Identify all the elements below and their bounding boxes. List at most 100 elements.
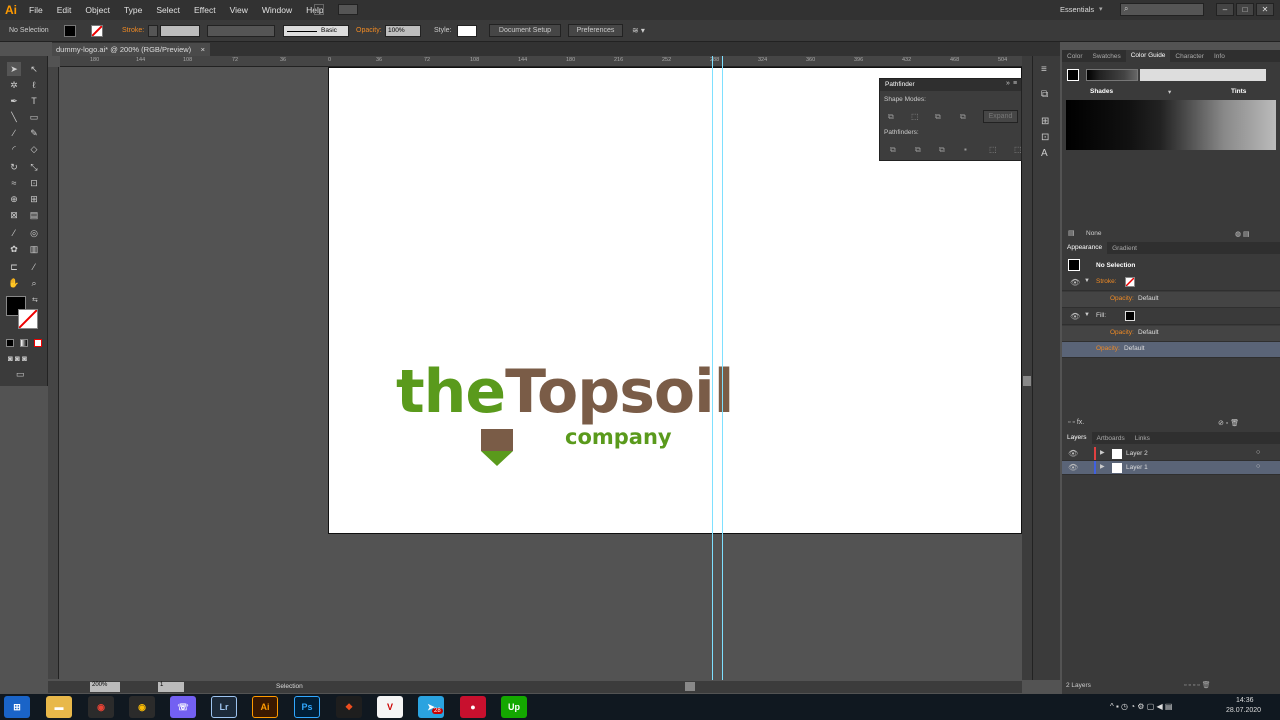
- zoom-field[interactable]: 200%: [90, 682, 120, 692]
- blob-brush-tool-icon[interactable]: ◜: [7, 142, 21, 156]
- stroke-label[interactable]: Stroke:: [122, 27, 144, 34]
- variable-width-profile[interactable]: [207, 25, 275, 37]
- close-tab-icon[interactable]: ×: [201, 43, 205, 56]
- harmony-rules-dropdown[interactable]: [1140, 69, 1266, 81]
- fill-swatch[interactable]: [1125, 311, 1135, 321]
- unite-icon[interactable]: ⧉: [888, 112, 894, 122]
- preferences-button[interactable]: Preferences: [568, 24, 623, 37]
- pathfinder-panel-icon[interactable]: ⧉: [1041, 89, 1048, 100]
- layer-name[interactable]: Layer 1: [1126, 464, 1148, 471]
- appearance-fill-row[interactable]: 👁 ▼ Fill:: [1062, 309, 1280, 325]
- vertical-scrollbar[interactable]: [1022, 56, 1032, 680]
- magic-wand-tool-icon[interactable]: ✲: [7, 78, 21, 92]
- rotate-tool-icon[interactable]: ↻: [7, 160, 21, 174]
- minimize-icon[interactable]: –: [1216, 3, 1234, 16]
- tab-appearance[interactable]: Appearance: [1062, 242, 1108, 254]
- pathfinder-header[interactable]: Pathfinder » ≡: [880, 79, 1021, 91]
- swatch-library-icon[interactable]: ▤: [1068, 229, 1075, 237]
- slice-tool-icon[interactable]: ⁄: [27, 260, 41, 274]
- chrome-icon[interactable]: ◉: [129, 696, 155, 718]
- eye-icon[interactable]: 👁: [1068, 463, 1078, 472]
- disclosure-triangle-icon[interactable]: ▼: [1084, 312, 1090, 318]
- pencil-tool-icon[interactable]: ✎: [27, 126, 41, 140]
- appearance-fill-opacity-row[interactable]: Opacity: Default: [1062, 326, 1280, 342]
- screen-mode-icon[interactable]: ▭: [16, 369, 25, 380]
- tab-character[interactable]: Character: [1170, 53, 1209, 60]
- opacity-label[interactable]: Opacity:: [1096, 345, 1120, 352]
- tab-layers[interactable]: Layers: [1062, 432, 1092, 444]
- windows-start-icon[interactable]: ⊞: [4, 696, 30, 718]
- brush-definition[interactable]: Basic: [283, 25, 349, 37]
- stroke-weight-field[interactable]: [160, 25, 200, 37]
- screen-recorder-icon[interactable]: ●: [460, 696, 486, 718]
- photoshop-icon[interactable]: Ps: [294, 696, 320, 718]
- color-mode-icon[interactable]: [6, 339, 14, 347]
- guide-line[interactable]: [712, 56, 713, 680]
- column-graph-tool-icon[interactable]: ▥: [27, 242, 41, 256]
- base-color-swatch[interactable]: [1067, 69, 1079, 81]
- file-explorer-icon[interactable]: ▬: [46, 696, 72, 718]
- none-mode-icon[interactable]: [34, 339, 42, 347]
- stroke-swatch[interactable]: [1125, 277, 1135, 287]
- logo-pencil-mark[interactable]: [480, 429, 514, 467]
- tab-artboards[interactable]: Artboards: [1092, 435, 1130, 442]
- rectangle-tool-icon[interactable]: ▭: [27, 110, 41, 124]
- target-icon[interactable]: ○: [1256, 449, 1260, 456]
- menu-window[interactable]: Window: [255, 5, 299, 15]
- tab-color[interactable]: Color: [1062, 53, 1088, 60]
- tray-icons[interactable]: ^ ▪ ◷ ◔ ⚙ ▢ ◀ ▤: [1110, 702, 1172, 711]
- symbol-sprayer-tool-icon[interactable]: ✿: [7, 242, 21, 256]
- appearance-stroke-opacity-row[interactable]: Opacity: Default: [1062, 292, 1280, 308]
- graphic-style-picker[interactable]: [457, 25, 477, 37]
- tab-color-guide[interactable]: Color Guide: [1125, 50, 1171, 62]
- divide-icon[interactable]: ⧉: [890, 145, 896, 155]
- stroke-label[interactable]: Stroke:: [1096, 278, 1117, 285]
- clock-time[interactable]: 14:36: [1236, 697, 1254, 704]
- crop-icon[interactable]: ▪: [964, 145, 967, 154]
- line-tool-icon[interactable]: ╲: [7, 110, 21, 124]
- expand-triangle-icon[interactable]: ▶: [1100, 463, 1105, 470]
- appearance-footer-icons[interactable]: ▫ ▫ fx.: [1068, 419, 1084, 426]
- menu-edit[interactable]: Edit: [50, 5, 79, 15]
- panel-menu-icon[interactable]: ≡: [1013, 80, 1017, 87]
- maximize-icon[interactable]: □: [1236, 3, 1254, 16]
- arrange-icon[interactable]: ≋ ▾: [632, 26, 645, 35]
- document-setup-button[interactable]: Document Setup: [489, 24, 561, 37]
- lightroom-icon[interactable]: Lr: [211, 696, 237, 718]
- tab-swatches[interactable]: Swatches: [1088, 53, 1126, 60]
- tab-info[interactable]: Info: [1209, 53, 1230, 60]
- chrome-icon[interactable]: ◉: [88, 696, 114, 718]
- menu-object[interactable]: Object: [78, 5, 117, 15]
- direct-selection-tool-icon[interactable]: ↖: [27, 62, 41, 76]
- gradient-mode-icon[interactable]: [20, 339, 28, 347]
- layer-row[interactable]: 👁 ▶ Layer 2 ○: [1062, 447, 1280, 461]
- lasso-tool-icon[interactable]: ℓ: [27, 78, 41, 92]
- stroke-weight-stepper[interactable]: [148, 25, 158, 37]
- layer-row[interactable]: 👁 ▶ Layer 1 ○: [1062, 461, 1280, 475]
- appearance-opacity-row[interactable]: Opacity: Default: [1062, 342, 1280, 358]
- panel-menu-icon[interactable]: ≡: [1041, 64, 1047, 75]
- opacity-label[interactable]: Opacity:: [356, 27, 382, 34]
- menu-select[interactable]: Select: [149, 5, 187, 15]
- transform-panel-icon[interactable]: ⊡: [1041, 132, 1049, 143]
- mesh-tool-icon[interactable]: ⊠: [7, 208, 21, 222]
- viber-icon[interactable]: ☏: [170, 696, 196, 718]
- exclude-icon[interactable]: ⧉: [960, 112, 966, 122]
- vertical-scroll-thumb[interactable]: [1023, 376, 1031, 386]
- hand-tool-icon[interactable]: ✋: [7, 276, 21, 290]
- type-tool-icon[interactable]: T: [27, 94, 41, 108]
- swap-colors-icon[interactable]: ⇆: [32, 296, 38, 304]
- menu-effect[interactable]: Effect: [187, 5, 223, 15]
- character-panel-icon[interactable]: A: [1041, 148, 1048, 159]
- stroke-color-box[interactable]: [18, 309, 38, 329]
- layer-name[interactable]: Layer 2: [1126, 450, 1148, 457]
- opacity-label[interactable]: Opacity:: [1110, 295, 1134, 302]
- trim-icon[interactable]: ⧉: [915, 145, 921, 155]
- menu-view[interactable]: View: [223, 5, 255, 15]
- draw-mode-icon[interactable]: ◙ ◙ ◙: [8, 354, 27, 363]
- horizontal-scroll-thumb[interactable]: [685, 682, 695, 691]
- minus-back-icon[interactable]: ⬚: [1014, 145, 1022, 154]
- search-input[interactable]: [1120, 3, 1204, 16]
- eyedropper-tool-icon[interactable]: ⁄: [7, 226, 21, 240]
- warp-tool-icon[interactable]: ≈: [7, 176, 21, 190]
